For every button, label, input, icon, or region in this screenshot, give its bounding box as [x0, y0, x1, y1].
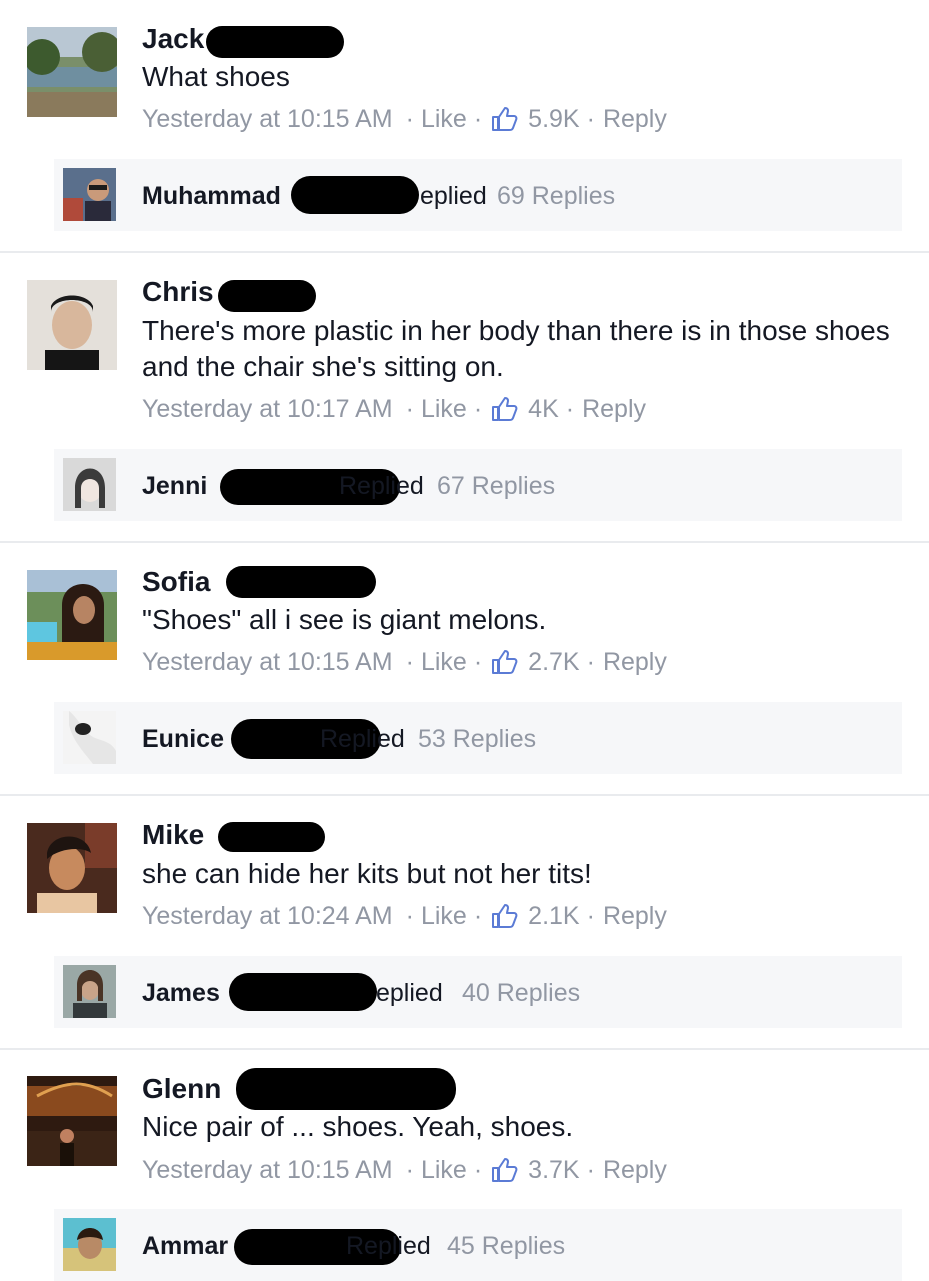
redaction-mark [229, 973, 377, 1011]
separator-dot: · [405, 648, 414, 676]
separator-dot: · [586, 1156, 595, 1184]
avatar [63, 965, 116, 1018]
timestamp: Yesterday at 10:15 AM [142, 1156, 393, 1184]
commenter-name[interactable]: Chris [142, 276, 214, 308]
comment-text: Nice pair of ... shoes. Yeah, shoes. [142, 1111, 574, 1142]
thumbs-up-icon [490, 902, 518, 930]
comment-meta: Yesterday at 10:15 AM · Like · 3.7K · Re… [142, 1155, 667, 1185]
comment-text: she can hide her kits but not her tits! [142, 858, 592, 889]
reply-button[interactable]: Reply [603, 647, 667, 677]
separator-dot: · [405, 105, 414, 133]
redaction-mark [226, 566, 376, 598]
comment-meta: Yesterday at 10:17 AM · Like · 4K · Repl… [142, 394, 646, 424]
separator-dot: · [405, 395, 414, 423]
timestamp: Yesterday at 10:15 AM [142, 105, 393, 133]
replier-name[interactable]: Eunice [142, 724, 224, 754]
separator-dot: · [405, 902, 414, 930]
replied-label: Replied [339, 472, 424, 500]
separator-dot: · [405, 1156, 414, 1184]
avatar[interactable] [27, 27, 117, 117]
separator-dot: · [586, 902, 595, 930]
commenter-name[interactable]: Mike [142, 819, 204, 851]
separator-dot: · [473, 395, 483, 423]
comment-meta: Yesterday at 10:15 AM · Like · 5.9K · Re… [142, 104, 667, 134]
replied-label: Replied [320, 725, 405, 753]
replied-label: Replied [346, 1232, 431, 1260]
reply-summary[interactable]: Muhammad eplied 69 Replies [54, 159, 902, 231]
reply-count[interactable]: 53 Replies [418, 724, 536, 754]
comment-text: "Shoes" all i see is giant melons. [142, 604, 547, 635]
comment-text: There's more plastic in her body than th… [142, 315, 890, 382]
divider [0, 541, 929, 543]
like-button[interactable]: Like [421, 1155, 467, 1185]
replier-name[interactable]: Ammar [142, 1231, 228, 1261]
comment-meta: Yesterday at 10:15 AM · Like · 2.7K · Re… [142, 647, 667, 677]
avatar[interactable] [27, 570, 117, 660]
like-button[interactable]: Like [421, 647, 467, 677]
avatar [63, 711, 116, 764]
like-count: 2.1K [528, 902, 580, 930]
separator-dot: · [473, 648, 483, 676]
separator-dot: · [586, 648, 595, 676]
comment-text: What shoes [142, 61, 290, 92]
like-button[interactable]: Like [421, 104, 467, 134]
reply-count[interactable]: 69 Replies [497, 181, 615, 211]
avatar[interactable] [27, 823, 117, 913]
like-button[interactable]: Like [421, 901, 467, 931]
replied-label: eplied [376, 979, 443, 1007]
redaction-mark [291, 176, 419, 214]
reply-button[interactable]: Reply [582, 394, 646, 424]
avatar [63, 1218, 116, 1271]
replier-name[interactable]: Muhammad [142, 181, 281, 211]
reply-count[interactable]: 45 Replies [447, 1231, 565, 1261]
redaction-mark [218, 822, 325, 852]
separator-dot: · [473, 105, 483, 133]
avatar [63, 458, 116, 511]
reply-summary[interactable]: Jenni Replied 67 Replies [54, 449, 902, 521]
thumbs-up-icon [490, 1156, 518, 1184]
replier-name[interactable]: Jenni [142, 471, 207, 501]
commenter-name[interactable]: Sofia [142, 566, 210, 598]
thumbs-up-icon [490, 395, 518, 423]
timestamp: Yesterday at 10:24 AM [142, 902, 393, 930]
redaction-mark [236, 1068, 456, 1110]
avatar[interactable] [27, 280, 117, 370]
divider [0, 1048, 929, 1050]
redaction-mark [218, 280, 316, 312]
like-count: 3.7K [528, 1156, 580, 1184]
reply-summary[interactable]: James eplied 40 Replies [54, 956, 902, 1028]
reply-count[interactable]: 67 Replies [437, 471, 555, 501]
reply-button[interactable]: Reply [603, 901, 667, 931]
commenter-name[interactable]: Jack [142, 23, 204, 55]
separator-dot: · [473, 902, 483, 930]
like-count: 4K [528, 395, 559, 423]
reply-button[interactable]: Reply [603, 1155, 667, 1185]
timestamp: Yesterday at 10:17 AM [142, 395, 393, 423]
thumbs-up-icon [490, 105, 518, 133]
avatar[interactable] [27, 1076, 117, 1166]
avatar-image [27, 27, 117, 117]
replier-name[interactable]: James [142, 978, 220, 1008]
reply-count[interactable]: 40 Replies [462, 978, 580, 1008]
avatar [63, 168, 116, 221]
separator-dot: · [586, 105, 595, 133]
timestamp: Yesterday at 10:15 AM [142, 648, 393, 676]
divider [0, 251, 929, 253]
reply-summary[interactable]: Ammar Replied 45 Replies [54, 1209, 902, 1281]
like-count: 2.7K [528, 648, 580, 676]
like-button[interactable]: Like [421, 394, 467, 424]
replied-label: eplied [420, 182, 487, 210]
redaction-mark [206, 26, 344, 58]
separator-dot: · [565, 395, 575, 423]
separator-dot: · [473, 1156, 483, 1184]
thumbs-up-icon [490, 648, 518, 676]
divider [0, 794, 929, 796]
reply-button[interactable]: Reply [603, 104, 667, 134]
reply-summary[interactable]: Eunice Replied 53 Replies [54, 702, 902, 774]
commenter-name[interactable]: Glenn [142, 1073, 221, 1105]
like-count: 5.9K [528, 105, 580, 133]
comment-meta: Yesterday at 10:24 AM · Like · 2.1K · Re… [142, 901, 667, 931]
